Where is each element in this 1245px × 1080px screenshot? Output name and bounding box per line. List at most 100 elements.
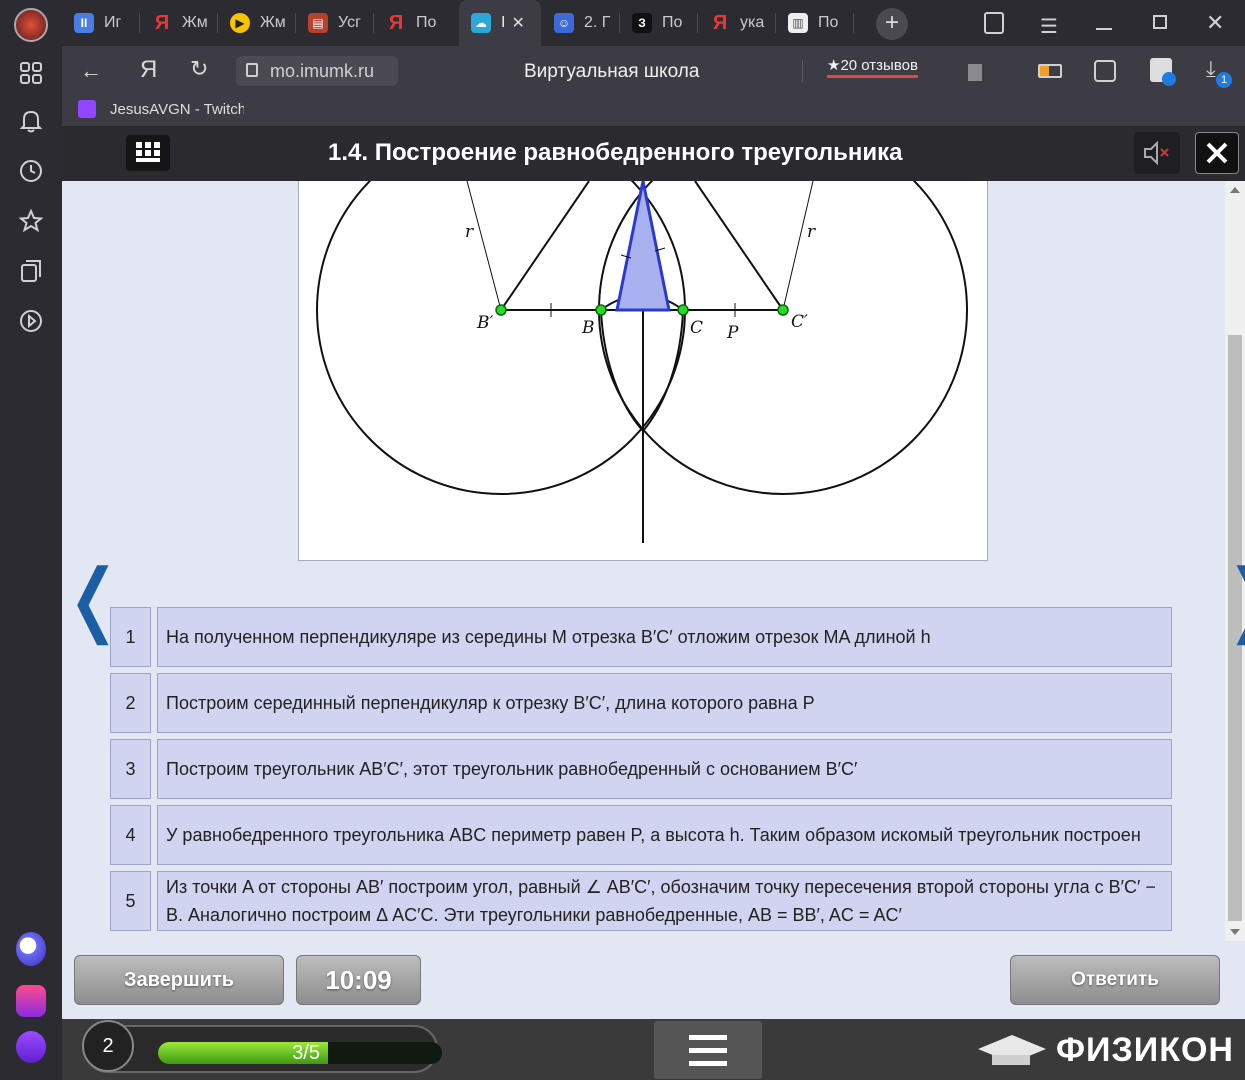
alice-assistant-icon[interactable] (16, 932, 46, 966)
owl-icon: ☺ (554, 13, 574, 33)
arc-lower-right (642, 309, 684, 432)
tab-5[interactable]: Я По (374, 0, 458, 46)
step-row[interactable]: 5 Из точки A от стороны AB′ построим уго… (110, 871, 1172, 931)
battery-icon[interactable] (1038, 64, 1062, 78)
window-close-icon[interactable]: ✕ (1206, 10, 1224, 36)
arc-lower-left (600, 309, 644, 432)
step-number: 3 (110, 739, 151, 799)
new-tab-button[interactable]: + (876, 8, 908, 40)
progress-text: 3/5 (292, 1042, 320, 1064)
url-field[interactable]: mo.imumk.ru (236, 56, 398, 86)
tab-9[interactable]: Яука (698, 0, 774, 46)
assistant-app-icon[interactable] (16, 1031, 46, 1063)
side-ac-prime (694, 181, 784, 311)
lesson-footer: 3/5 2 ФИЗИКОН (62, 1019, 1245, 1080)
reviews-link[interactable]: ★20 отзывов (827, 56, 918, 78)
star-icon[interactable] (16, 206, 46, 236)
step-text[interactable]: Построим треугольник AB′C′, этот треугол… (157, 739, 1172, 799)
grid-icon[interactable] (16, 58, 46, 88)
geometry-diagram: r r B′ B C P C′ (316, 180, 968, 543)
tab-6-active[interactable]: ☁ I ✕ (459, 0, 541, 46)
close-tab-icon[interactable]: ✕ (511, 13, 524, 33)
speaker-muted-icon (1144, 140, 1169, 166)
lesson-menu-button[interactable] (126, 135, 170, 171)
label-r-left: r (465, 222, 474, 242)
menu-icon[interactable]: ☰ (1040, 14, 1058, 39)
address-bar: ← Я ↻ mo.imumk.ru Виртуальная школа ★20 … (62, 46, 1245, 96)
tab-2[interactable]: Я Жм (140, 0, 216, 46)
page-title: Виртуальная школа (524, 61, 700, 82)
play-icon: ▶ (230, 13, 250, 33)
lock-icon (246, 63, 258, 77)
brand-logo-text: ФИЗИКОН (1056, 1031, 1234, 1069)
lesson-title: 1.4. Построение равнобедренного треуголь… (328, 139, 903, 166)
finish-button[interactable]: Завершить (74, 955, 284, 1005)
next-arrow-icon[interactable]: ❭ (1218, 559, 1245, 639)
right-circle (598, 181, 968, 495)
step-row[interactable]: 1 На полученном перпендикуляре из середи… (110, 607, 1172, 667)
bookmark-icon[interactable] (968, 64, 982, 81)
tab-1[interactable]: II Иг (62, 0, 138, 46)
lesson-close-button[interactable] (1195, 132, 1239, 174)
label-b: B (581, 318, 595, 338)
hamburger-menu-button[interactable] (654, 1021, 762, 1079)
label-b-prime: B′ (476, 313, 493, 333)
scroll-up-icon[interactable] (1230, 187, 1240, 193)
side-ab-prime (500, 181, 590, 311)
graduation-cap-icon (974, 1029, 1050, 1069)
label-c: C (690, 318, 703, 338)
yandex-home-icon[interactable]: Я (140, 56, 157, 84)
step-text[interactable]: Из точки A от стороны AB′ построим угол,… (157, 871, 1172, 931)
left-circle (316, 181, 686, 495)
tab-8[interactable]: З По (620, 0, 696, 46)
maximize-icon[interactable] (1153, 15, 1167, 29)
collections-icon[interactable] (16, 256, 46, 286)
downloads-icon[interactable]: ⤓ (1206, 56, 1216, 82)
step-row[interactable]: 2 Построим серединный перпендикуляр к от… (110, 673, 1172, 733)
step-text[interactable]: У равнобедренного треугольника ABC перим… (157, 805, 1172, 865)
tab-7[interactable]: ☺ 2. Г (542, 0, 618, 46)
step-row[interactable]: 4 У равнобедренного треугольника ABC пер… (110, 805, 1172, 865)
yandex-icon: Я (154, 11, 170, 34)
video-play-icon[interactable] (16, 306, 46, 336)
answer-button[interactable]: Ответить (1010, 955, 1220, 1005)
tab-manager-icon[interactable] (984, 12, 1004, 34)
tab-3[interactable]: ▶ Жм (218, 0, 294, 46)
back-icon[interactable]: ← (80, 58, 102, 84)
reload-icon[interactable]: ↻ (190, 56, 208, 82)
label-c-prime: C′ (791, 312, 808, 332)
z-icon: З (632, 13, 652, 33)
screenshot-icon[interactable] (1150, 58, 1176, 86)
scroll-down-icon[interactable] (1230, 929, 1240, 935)
history-clock-icon[interactable] (16, 156, 46, 186)
point-c-prime (777, 304, 789, 316)
profile-avatar[interactable] (14, 8, 48, 42)
doc-icon: ▥ (788, 13, 808, 33)
radius-left (466, 181, 502, 311)
grid-menu-icon (136, 142, 160, 162)
tab-10[interactable]: ▥ По (776, 0, 852, 46)
game-icon: ☁ (471, 13, 491, 33)
book-icon: ▤ (308, 13, 328, 33)
tab-bar: II Иг Я Жм ▶ Жм ▤ Усг Я По ☁ I ✕ ☺ 2. Г З По Яука… (62, 0, 1245, 46)
point-b (595, 304, 607, 316)
step-text[interactable]: На полученном перпендикуляре из середины… (157, 607, 1172, 667)
yandex-icon: Я (388, 11, 404, 34)
step-row[interactable]: 3 Построим треугольник AB′C′, этот треуг… (110, 739, 1172, 799)
extension-icon[interactable] (1094, 60, 1116, 82)
point-c (677, 304, 689, 316)
step-text[interactable]: Построим серединный перпендикуляр к отре… (157, 673, 1172, 733)
bookmark-twitch[interactable]: JesusAVGN - Twitch (78, 100, 244, 118)
mute-button[interactable] (1134, 132, 1180, 174)
timer: 10:09 (296, 955, 421, 1005)
step-number: 1 (110, 607, 151, 667)
level-badge: 2 (82, 1020, 134, 1072)
bell-icon[interactable] (16, 106, 46, 136)
browser-sidebar (0, 0, 62, 1080)
minimize-icon[interactable] (1096, 28, 1112, 30)
radius-right (782, 181, 814, 311)
pause-icon: II (74, 13, 94, 33)
construction-figure: r r B′ B C P C′ (298, 180, 988, 561)
tab-4[interactable]: ▤ Усг (296, 0, 372, 46)
messenger-app-icon[interactable] (16, 985, 46, 1017)
